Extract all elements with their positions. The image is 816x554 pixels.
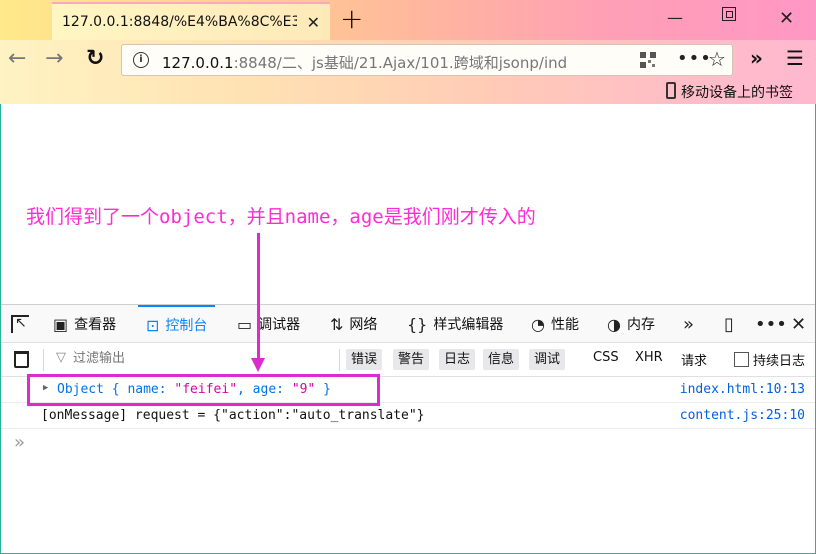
bookmarks-bar: 移动设备上的书签 xyxy=(0,80,816,104)
tab-label: 网络 xyxy=(349,317,378,333)
filter-errors-button[interactable]: 错误 xyxy=(346,349,383,370)
annotation-arrow-head xyxy=(251,358,265,372)
back-arrow-icon[interactable]: ← xyxy=(8,46,26,72)
network-icon: ⇅ xyxy=(330,314,344,334)
tab-close-icon[interactable]: ✕ xyxy=(307,13,320,32)
performance-icon: ◔ xyxy=(531,314,545,334)
style-editor-icon: {} xyxy=(407,314,428,334)
filter-logs-button[interactable]: 日志 xyxy=(439,349,476,370)
forward-arrow-icon[interactable]: → xyxy=(45,46,63,72)
tab-label: 控制台 xyxy=(165,318,208,334)
divider xyxy=(43,349,44,371)
info-icon[interactable]: i xyxy=(133,52,149,68)
tab-label: 调试器 xyxy=(258,317,301,333)
console-icon: ⊡ xyxy=(146,315,160,335)
memory-icon: ◑ xyxy=(607,314,621,334)
tab-style-editor[interactable]: {} 样式编辑器 xyxy=(407,305,503,343)
annotation-text: 我们得到了一个object，并且name，age是我们刚才传入的 xyxy=(26,206,536,228)
debugger-icon: ▭ xyxy=(237,314,253,334)
filter-xhr-button[interactable]: XHR xyxy=(635,350,663,365)
persist-logs-label: 持续日志 xyxy=(753,354,806,369)
url-text[interactable]: 127.0.0.1:8848/二、js基础/21.Ajax/101.跨域和jso… xyxy=(162,52,632,73)
url-path: :8848/二、js基础/21.Ajax/101.跨域和jsonp/ind xyxy=(233,54,568,72)
more-tools-icon[interactable]: » xyxy=(683,314,694,335)
reload-icon[interactable]: ↻ xyxy=(86,46,104,72)
devtools-options-icon[interactable]: ••• xyxy=(755,314,787,335)
persist-logs-checkbox[interactable] xyxy=(734,352,749,367)
filter-debug-button[interactable]: 调试 xyxy=(529,349,566,370)
hamburger-menu-icon[interactable]: ☰ xyxy=(786,46,804,70)
annotation-arrow xyxy=(257,233,260,361)
divider xyxy=(339,349,340,371)
browser-tab[interactable]: 127.0.0.1:8848/%E4%BA%8C%E3 ✕ xyxy=(52,2,330,40)
tab-performance[interactable]: ◔ 性能 xyxy=(531,305,579,343)
console-filter-bar: ▽ 错误 警告 日志 信息 调试 CSS XHR 请求 持续日志 xyxy=(1,343,815,377)
tab-console[interactable]: ⊡ 控制台 xyxy=(138,305,216,343)
bookmark-star-icon[interactable]: ☆ xyxy=(708,47,726,71)
tab-label: 样式编辑器 xyxy=(433,317,504,333)
url-bar[interactable]: i 127.0.0.1:8848/二、js基础/21.Ajax/101.跨域和j… xyxy=(121,44,733,76)
console-input-prompt[interactable]: » xyxy=(14,432,25,453)
maximize-icon[interactable] xyxy=(722,7,736,21)
mobile-device-icon xyxy=(666,82,676,99)
url-host: 127.0.0.1 xyxy=(162,54,234,72)
dock-side-icon[interactable]: ▯ xyxy=(724,314,734,335)
devtools-close-icon[interactable]: ✕ xyxy=(791,314,806,335)
filter-css-button[interactable]: CSS xyxy=(593,350,619,365)
page-content: 我们得到了一个object，并且name，age是我们刚才传入的 xyxy=(1,104,815,304)
message-text: [onMessage] request = {"action":"auto_tr… xyxy=(41,408,425,423)
page-actions-icon[interactable]: ••• xyxy=(677,48,712,69)
toolbar-overflow-icon[interactable]: » xyxy=(750,46,763,70)
element-picker-icon[interactable] xyxy=(11,315,29,333)
clear-console-icon[interactable] xyxy=(14,351,29,368)
new-tab-button[interactable]: + xyxy=(340,4,363,34)
devtools-toolbar: ▣ 查看器 ⊡ 控制台 ▭ 调试器 ⇅ 网络 {} 样式编辑器 ◔ 性能 ◑ 内存 » ▯ •… xyxy=(1,304,815,343)
window-close-icon[interactable]: ✕ xyxy=(779,8,794,29)
tab-network[interactable]: ⇅ 网络 xyxy=(330,305,377,343)
minimize-icon[interactable]: — xyxy=(667,8,683,27)
nav-bar: ← → ↻ i 127.0.0.1:8848/二、js基础/21.Ajax/10… xyxy=(0,40,816,80)
tab-memory[interactable]: ◑ 内存 xyxy=(607,305,655,343)
tab-debugger[interactable]: ▭ 调试器 xyxy=(237,305,300,343)
console-message: [onMessage] request = {"action":"auto_tr… xyxy=(1,403,815,429)
annotation-highlight-box xyxy=(27,374,380,406)
title-bar: 127.0.0.1:8848/%E4%BA%8C%E3 ✕ + — ✕ xyxy=(0,0,816,40)
source-location-link[interactable]: index.html:10:13 xyxy=(680,382,805,397)
tab-label: 性能 xyxy=(550,317,579,333)
filter-output-input[interactable] xyxy=(73,351,273,366)
filter-icon: ▽ xyxy=(56,350,66,365)
source-location-link[interactable]: content.js:25:10 xyxy=(680,408,805,423)
tab-title: 127.0.0.1:8848/%E4%BA%8C%E3 xyxy=(62,14,297,30)
filter-requests-button[interactable]: 请求 xyxy=(681,350,707,369)
mobile-bookmarks-folder[interactable]: 移动设备上的书签 xyxy=(681,82,793,102)
filter-info-button[interactable]: 信息 xyxy=(483,349,520,370)
filter-warnings-button[interactable]: 警告 xyxy=(393,349,430,370)
tab-inspector[interactable]: ▣ 查看器 xyxy=(53,305,116,343)
qr-code-icon[interactable] xyxy=(640,52,656,68)
tab-label: 内存 xyxy=(626,317,655,333)
tab-label: 查看器 xyxy=(74,317,117,333)
inspector-icon: ▣ xyxy=(53,314,69,334)
